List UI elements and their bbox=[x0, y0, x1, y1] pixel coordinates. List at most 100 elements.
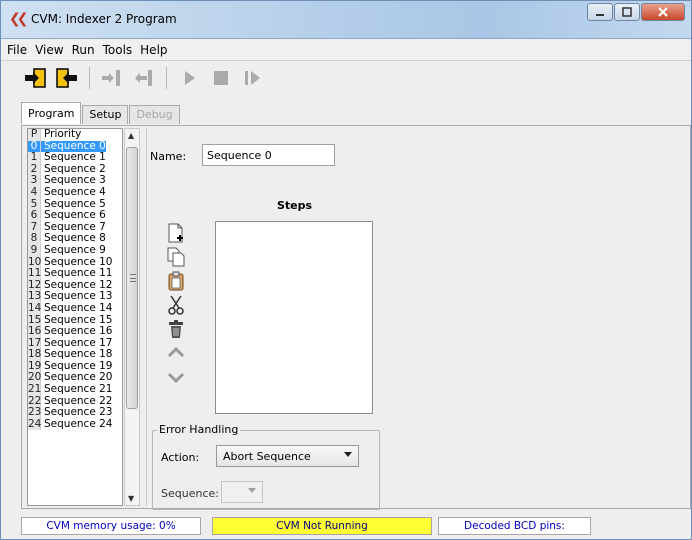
sequence-index: 21 bbox=[28, 383, 42, 396]
step-play-icon bbox=[245, 71, 260, 85]
import-icon bbox=[25, 68, 46, 88]
chevron-down-icon bbox=[344, 452, 352, 457]
scroll-down-icon[interactable]: ▼ bbox=[128, 494, 134, 503]
move-up-button[interactable] bbox=[165, 342, 187, 364]
list-item[interactable]: 11 Sequence 11 bbox=[28, 268, 122, 280]
window-title: CVM: Indexer 2 Program bbox=[31, 12, 177, 26]
sequence-index: 4 bbox=[28, 186, 41, 199]
memory-usage-status: CVM memory usage: 0% bbox=[21, 517, 201, 535]
minimize-button[interactable] bbox=[587, 3, 613, 21]
sequence-name: Priority bbox=[44, 128, 82, 140]
menu-bar: File View Run Tools Help bbox=[1, 40, 691, 61]
step-out-icon bbox=[135, 70, 152, 86]
tab-debug: Debug bbox=[129, 105, 180, 124]
title-bar[interactable]: ❮❮ CVM: Indexer 2 Program bbox=[1, 1, 691, 39]
window-controls bbox=[586, 3, 685, 23]
tab-program[interactable]: Program bbox=[21, 102, 82, 124]
scrollbar-thumb[interactable] bbox=[126, 147, 138, 409]
delete-button[interactable] bbox=[165, 318, 187, 340]
toolbar-separator bbox=[166, 67, 167, 89]
chevron-down-icon bbox=[248, 488, 256, 493]
sequence-index: 24 bbox=[28, 417, 42, 431]
step-out-button[interactable] bbox=[130, 65, 158, 91]
grip-icon bbox=[130, 274, 136, 282]
new-step-icon bbox=[168, 223, 183, 243]
list-item[interactable]: P Priority bbox=[28, 129, 122, 141]
sequence-index: 14 bbox=[28, 301, 42, 315]
name-label: Name: bbox=[150, 150, 187, 163]
menu-help[interactable]: Help bbox=[140, 43, 167, 57]
new-step-button[interactable] bbox=[165, 222, 187, 244]
error-handling-group: Error Handling Action: Abort Sequence Se… bbox=[152, 423, 380, 510]
list-item[interactable]: 4 Sequence 4 bbox=[28, 185, 122, 199]
menu-tools[interactable]: Tools bbox=[103, 43, 133, 57]
status-bar: CVM memory usage: 0% CVM Not Running Dec… bbox=[1, 513, 691, 539]
action-label: Action: bbox=[161, 451, 200, 464]
copy-icon bbox=[167, 247, 185, 267]
paste-button[interactable] bbox=[165, 270, 187, 292]
move-up-icon bbox=[167, 346, 185, 358]
import-button[interactable] bbox=[21, 65, 49, 91]
paste-icon bbox=[168, 271, 184, 291]
steps-title: Steps bbox=[277, 199, 313, 212]
bcd-pins-status: Decoded BCD pins: bbox=[438, 517, 591, 535]
app-window: ❮❮ CVM: Indexer 2 Program File View Run … bbox=[0, 0, 692, 540]
minimize-icon bbox=[596, 14, 604, 16]
maximize-button[interactable] bbox=[614, 3, 640, 21]
sequence-index: 16 bbox=[28, 325, 42, 338]
stop-icon bbox=[214, 71, 228, 85]
sequence-index: 11 bbox=[28, 267, 42, 280]
menu-run[interactable]: Run bbox=[72, 43, 95, 57]
menu-view[interactable]: View bbox=[35, 43, 63, 57]
step-play-button[interactable] bbox=[239, 65, 267, 91]
sequence-list-scrollbar[interactable]: ▲ ▼ bbox=[124, 128, 140, 506]
cvm-logo-icon: ❮❮ bbox=[9, 11, 28, 27]
export-button[interactable] bbox=[53, 65, 81, 91]
name-input[interactable] bbox=[202, 144, 335, 166]
list-item[interactable]: 9 Sequence 9 bbox=[28, 243, 122, 257]
list-item[interactable]: 16 Sequence 16 bbox=[28, 325, 122, 338]
cut-button[interactable] bbox=[165, 294, 187, 316]
sequence-index: 9 bbox=[28, 244, 41, 257]
panel-divider bbox=[146, 128, 147, 506]
stop-button[interactable] bbox=[207, 65, 235, 91]
error-handling-legend: Error Handling bbox=[157, 423, 241, 436]
move-down-icon bbox=[167, 372, 185, 384]
play-button[interactable] bbox=[175, 65, 203, 91]
scroll-up-icon[interactable]: ▲ bbox=[128, 131, 134, 140]
copy-button[interactable] bbox=[165, 246, 187, 268]
sequence-label: Sequence: bbox=[161, 487, 219, 500]
toolbar bbox=[1, 62, 691, 94]
tab-strip: Program Setup Debug bbox=[21, 102, 181, 124]
cut-icon bbox=[168, 295, 184, 315]
sequence-name: Sequence 4 bbox=[44, 185, 106, 198]
list-item[interactable]: 14 Sequence 14 bbox=[28, 301, 122, 315]
step-in-button[interactable] bbox=[98, 65, 126, 91]
sequence-list[interactable]: P Priority 0 Sequence 0 1 Sequence 1 2 Sequence… bbox=[27, 128, 123, 506]
close-icon bbox=[658, 7, 668, 17]
sequence-dropdown bbox=[221, 481, 263, 503]
sequence-index: 6 bbox=[28, 210, 41, 222]
sequence-name: Sequence 24 bbox=[44, 417, 113, 430]
sequence-name: Sequence 9 bbox=[44, 243, 106, 256]
action-dropdown[interactable]: Abort Sequence bbox=[216, 445, 359, 467]
sequence-name: Sequence 6 bbox=[44, 209, 106, 222]
maximize-icon bbox=[622, 7, 632, 17]
list-item[interactable]: 6 Sequence 6 bbox=[28, 210, 122, 222]
menu-file[interactable]: File bbox=[7, 43, 27, 57]
steps-list[interactable] bbox=[215, 221, 373, 414]
tab-setup[interactable]: Setup bbox=[82, 105, 129, 124]
export-icon bbox=[56, 68, 77, 88]
list-item[interactable]: 21 Sequence 21 bbox=[28, 383, 122, 396]
action-value: Abort Sequence bbox=[223, 450, 311, 463]
program-panel: P Priority 0 Sequence 0 1 Sequence 1 2 Sequence… bbox=[21, 125, 691, 510]
sequence-name: Sequence 21 bbox=[44, 383, 113, 396]
delete-icon bbox=[169, 320, 183, 338]
list-item[interactable]: 24 Sequence 24 bbox=[28, 417, 122, 431]
close-button[interactable] bbox=[641, 3, 685, 21]
step-in-icon bbox=[102, 70, 120, 86]
sequence-name: Sequence 16 bbox=[44, 325, 113, 338]
move-down-button[interactable] bbox=[165, 366, 187, 388]
run-status: CVM Not Running bbox=[212, 517, 432, 535]
play-icon bbox=[185, 71, 195, 85]
